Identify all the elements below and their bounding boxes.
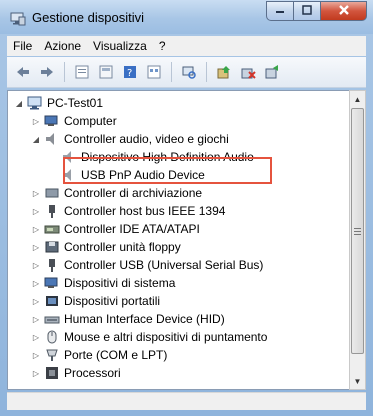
tree-item-label: Controller unità floppy xyxy=(64,240,181,254)
collapse-icon[interactable]: ◢ xyxy=(31,134,41,144)
floppy-controller-icon xyxy=(44,239,60,255)
storage-icon xyxy=(44,185,60,201)
tree-item-audio-controllers[interactable]: ◢ Controller audio, video e giochi xyxy=(31,130,229,148)
back-icon[interactable] xyxy=(13,62,33,82)
device-manager-window: Gestione dispositivi File Azione Visuali… xyxy=(0,0,373,416)
menu-file[interactable]: File xyxy=(13,39,32,53)
grip-icon xyxy=(354,224,361,238)
list-view-icon[interactable] xyxy=(96,62,116,82)
ide-controller-icon xyxy=(44,221,60,237)
tree-item-label: Computer xyxy=(64,114,117,128)
tree-item-ports[interactable]: ▷ Porte (COM e LPT) xyxy=(31,346,167,364)
menu-bar: File Azione Visualizza ? xyxy=(7,36,366,56)
menu-help[interactable]: ? xyxy=(159,39,166,53)
tree-item-label: Porte (COM e LPT) xyxy=(64,348,168,362)
tree-item-ieee1394[interactable]: ▷ Controller host bus IEEE 1394 xyxy=(31,202,225,220)
properties-icon[interactable] xyxy=(72,62,92,82)
tree-item-hd-audio[interactable]: Dispositivo High Definition Audio xyxy=(58,148,254,166)
collapse-icon[interactable]: ◢ xyxy=(14,98,24,108)
expand-icon[interactable]: ▷ xyxy=(31,350,41,360)
tree-item-storage-controllers[interactable]: ▷ Controller di archiviazione xyxy=(31,184,202,202)
portable-device-icon xyxy=(44,293,60,309)
status-bar xyxy=(7,392,366,410)
expand-icon[interactable]: ▷ xyxy=(31,278,41,288)
tree-item-processors[interactable]: ▷ Processori xyxy=(31,364,121,382)
speaker-icon xyxy=(61,167,77,183)
plug-icon xyxy=(44,203,60,219)
scan-hardware-icon[interactable] xyxy=(179,62,199,82)
disable-icon[interactable] xyxy=(262,62,282,82)
scrollbar-thumb[interactable] xyxy=(351,108,364,354)
uninstall-icon[interactable] xyxy=(238,62,258,82)
close-button[interactable] xyxy=(321,1,367,21)
speaker-icon xyxy=(61,149,77,165)
tree-item-label: Controller host bus IEEE 1394 xyxy=(64,204,226,218)
expand-icon[interactable]: ▷ xyxy=(31,188,41,198)
maximize-button[interactable] xyxy=(294,1,321,21)
computer-icon xyxy=(27,95,43,111)
forward-icon[interactable] xyxy=(37,62,57,82)
computer-category-icon xyxy=(44,113,60,129)
tree-item-label: Dispositivo High Definition Audio xyxy=(81,150,254,164)
tree-item-portable-devices[interactable]: ▷ Dispositivi portatili xyxy=(31,292,160,310)
maximize-icon xyxy=(302,4,312,18)
close-icon xyxy=(338,4,350,19)
svg-text:?: ? xyxy=(127,68,132,79)
tree-item-system-devices[interactable]: ▷ Dispositivi di sistema xyxy=(31,274,175,292)
tree-item-root[interactable]: ◢ PC-Test01 xyxy=(14,94,103,112)
tree-item-computer[interactable]: ▷ Computer xyxy=(31,112,117,130)
details-icon[interactable] xyxy=(144,62,164,82)
tree-item-label: Processori xyxy=(64,366,121,380)
tree-item-label: Controller USB (Universal Serial Bus) xyxy=(64,258,264,272)
expand-icon[interactable]: ▷ xyxy=(31,296,41,306)
tree-item-label: Human Interface Device (HID) xyxy=(64,312,225,326)
tree-item-label: Mouse e altri dispositivi di puntamento xyxy=(64,330,268,344)
device-manager-icon xyxy=(10,10,26,26)
speaker-icon xyxy=(44,131,60,147)
tree-item-hid[interactable]: ▷ Human Interface Device (HID) xyxy=(31,310,225,328)
tree-item-label: Controller IDE ATA/ATAPI xyxy=(64,222,200,236)
tree-item-usb[interactable]: ▷ Controller USB (Universal Serial Bus) xyxy=(31,256,263,274)
tree-item-label: Dispositivi portatili xyxy=(64,294,161,308)
tree-item-label: PC-Test01 xyxy=(47,96,104,110)
expand-icon[interactable]: ▷ xyxy=(31,332,41,342)
tree-item-label: Controller di archiviazione xyxy=(64,186,203,200)
minimize-icon xyxy=(275,4,285,18)
processor-icon xyxy=(44,365,60,381)
minimize-button[interactable] xyxy=(266,1,294,21)
tree-item-label: USB PnP Audio Device xyxy=(81,168,205,182)
mouse-icon xyxy=(44,329,60,345)
expand-icon[interactable]: ▷ xyxy=(31,314,41,324)
update-driver-icon[interactable] xyxy=(214,62,234,82)
tree-item-usb-audio[interactable]: USB PnP Audio Device xyxy=(58,166,205,184)
hid-icon xyxy=(44,311,60,327)
expand-icon[interactable]: ▷ xyxy=(31,116,41,126)
vertical-scrollbar[interactable]: ▲ ▼ xyxy=(349,90,366,390)
system-device-icon xyxy=(44,275,60,291)
tree-item-floppy[interactable]: ▷ Controller unità floppy xyxy=(31,238,181,256)
help-icon[interactable]: ? xyxy=(120,62,140,82)
menu-visualizza[interactable]: Visualizza xyxy=(93,39,147,53)
tree-item-label: Dispositivi di sistema xyxy=(64,276,176,290)
scroll-up-icon[interactable]: ▲ xyxy=(350,91,365,107)
expand-icon[interactable]: ▷ xyxy=(31,206,41,216)
expand-icon[interactable]: ▷ xyxy=(31,260,41,270)
expand-icon[interactable]: ▷ xyxy=(31,242,41,252)
toolbar-separator xyxy=(171,62,172,82)
toolbar-separator xyxy=(206,62,207,82)
scroll-down-icon[interactable]: ▼ xyxy=(350,373,365,389)
usb-plug-icon xyxy=(44,257,60,273)
tree-item-label: Controller audio, video e giochi xyxy=(64,132,229,146)
title-bar[interactable]: Gestione dispositivi xyxy=(0,0,373,34)
device-tree[interactable]: ◢ PC-Test01 ▷ Computer ◢ Controller audi… xyxy=(7,90,356,390)
window-title: Gestione dispositivi xyxy=(32,10,144,25)
menu-azione[interactable]: Azione xyxy=(44,39,81,53)
expand-icon[interactable]: ▷ xyxy=(31,368,41,378)
tree-item-ide[interactable]: ▷ Controller IDE ATA/ATAPI xyxy=(31,220,200,238)
expand-icon[interactable]: ▷ xyxy=(31,224,41,234)
toolbar-separator xyxy=(64,62,65,82)
tree-item-mouse[interactable]: ▷ Mouse e altri dispositivi di puntament… xyxy=(31,328,268,346)
toolbar: ? xyxy=(7,57,366,88)
port-icon xyxy=(44,347,60,363)
